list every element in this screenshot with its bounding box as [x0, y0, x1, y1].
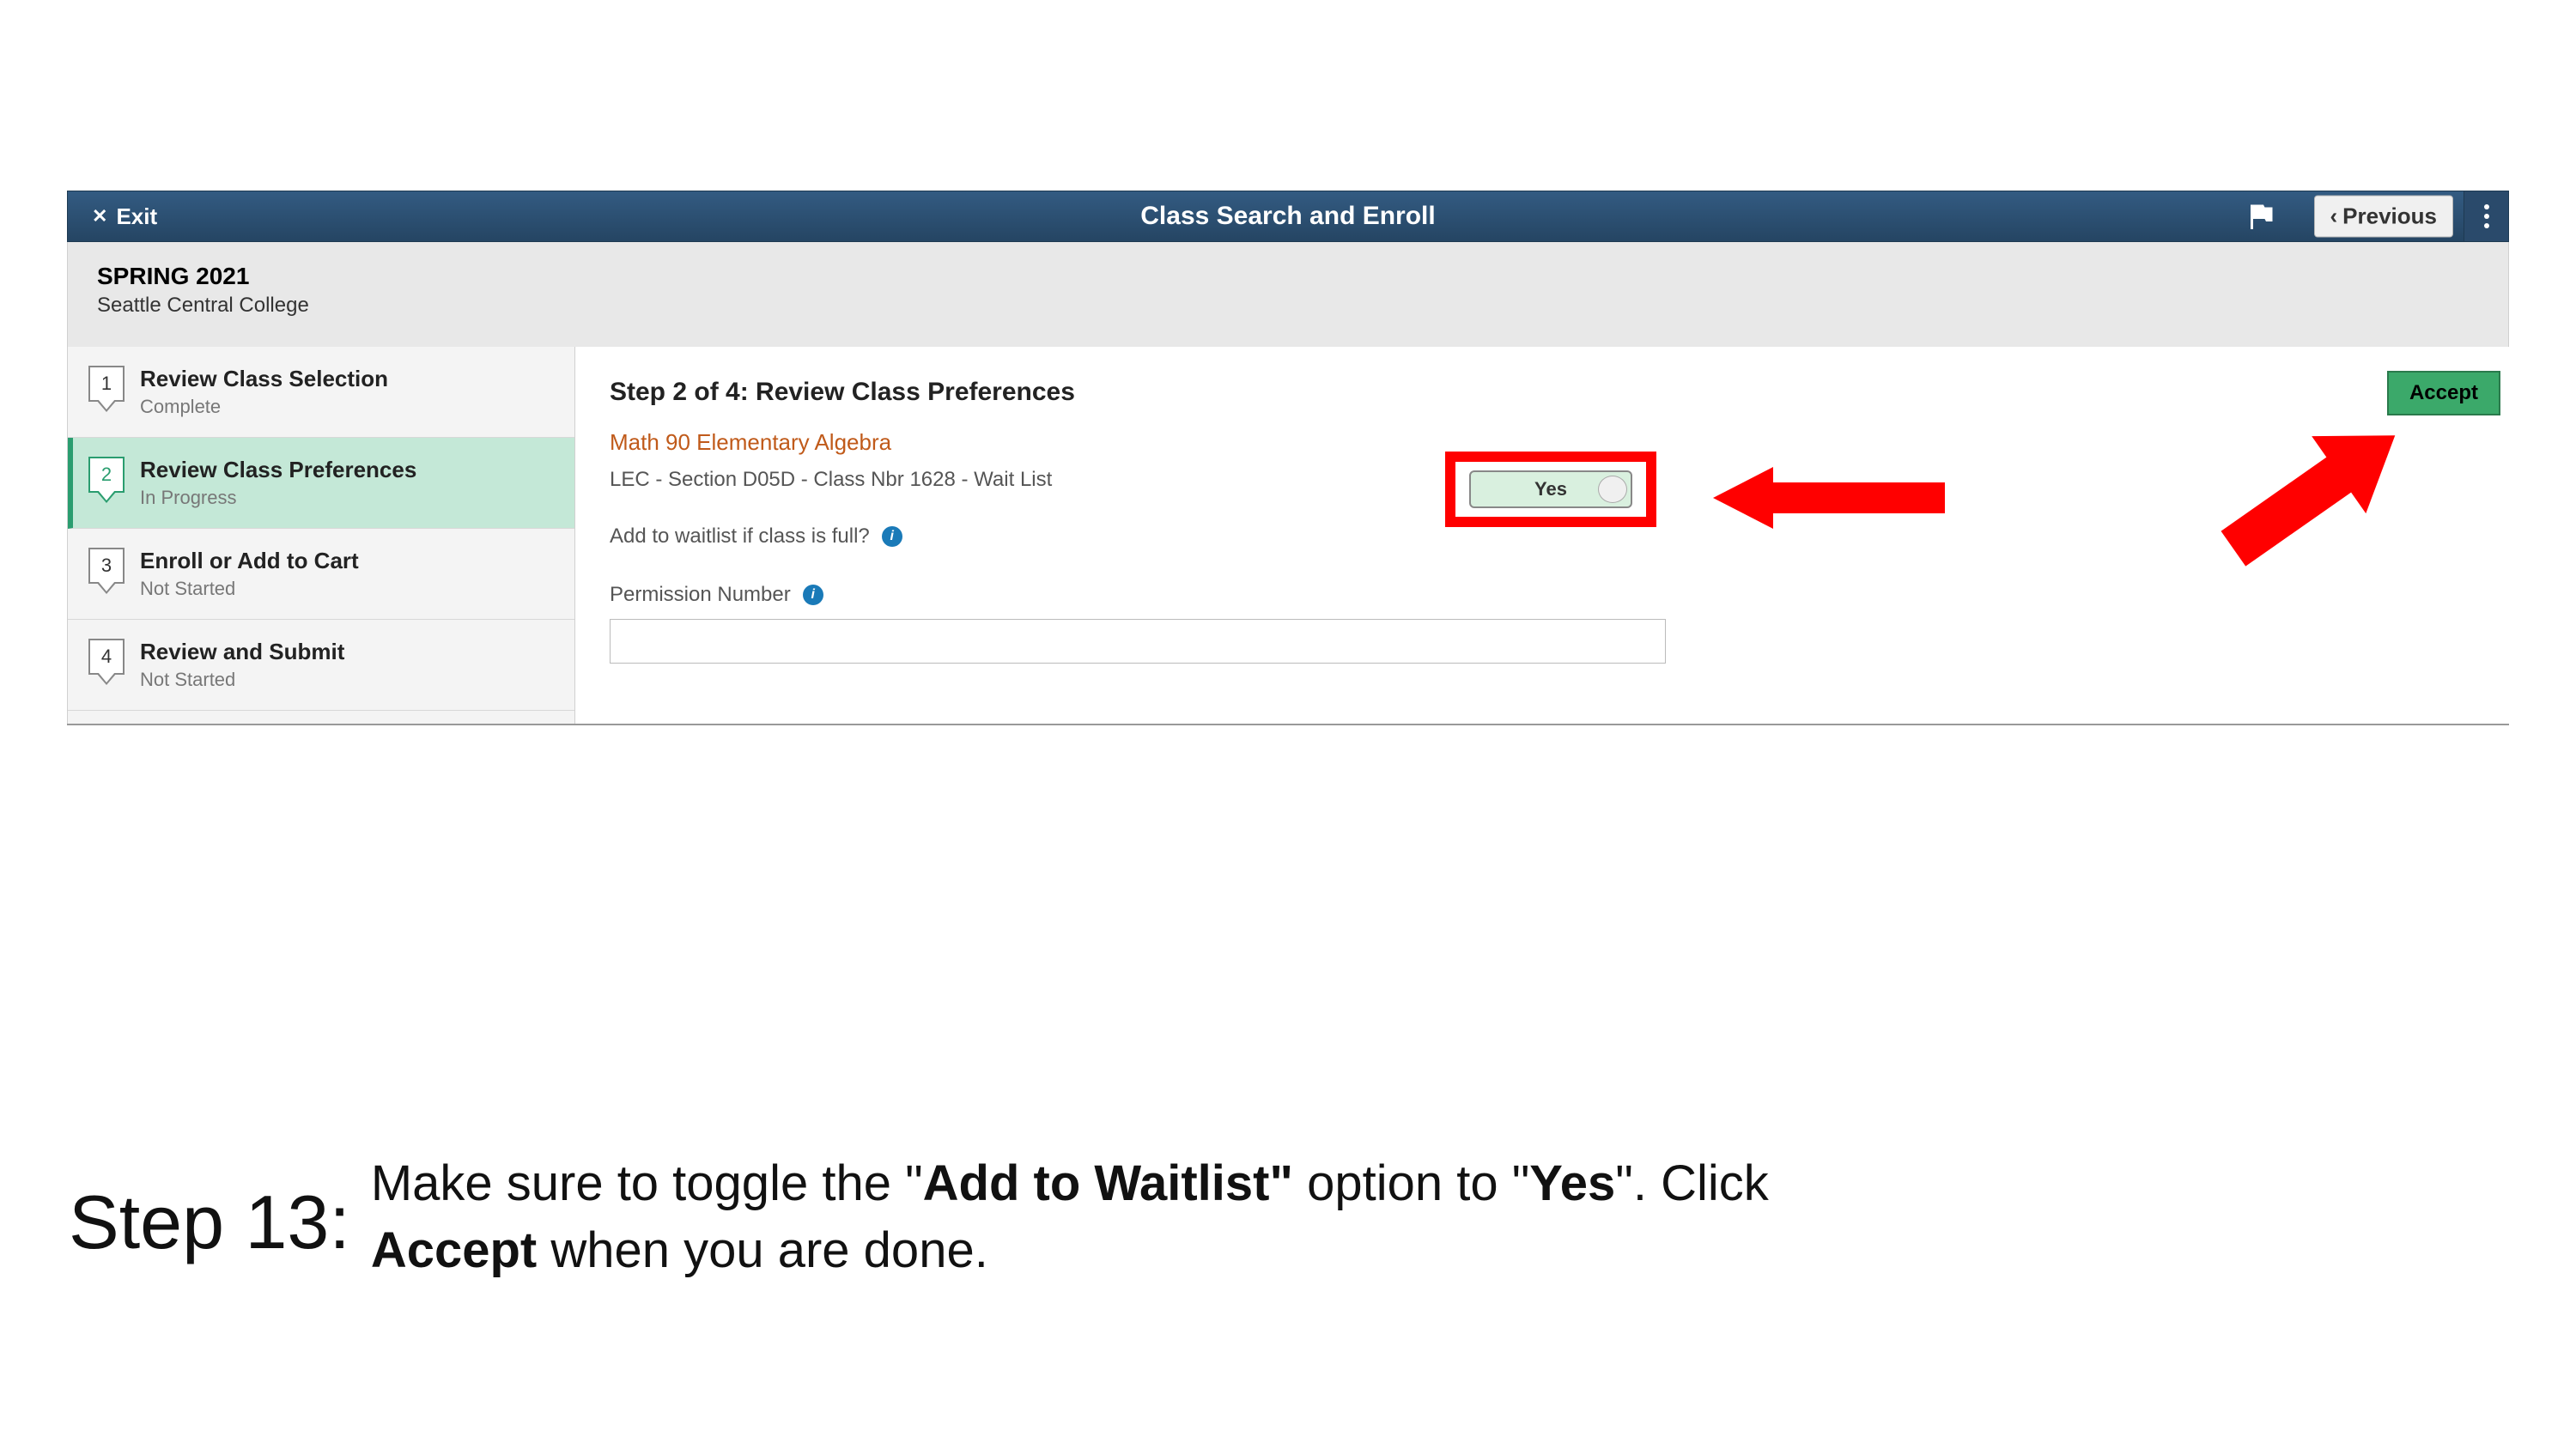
toggle-value: Yes	[1534, 478, 1567, 500]
more-vertical-icon	[2484, 204, 2489, 228]
step-status: In Progress	[140, 487, 416, 509]
permission-label: Permission Number	[610, 583, 791, 607]
college-label: Seattle Central College	[97, 294, 2479, 318]
text-part: Make sure to toggle the "	[371, 1155, 923, 1211]
accept-button[interactable]: Accept	[2387, 371, 2500, 415]
waitlist-toggle[interactable]: Yes	[1469, 470, 1632, 508]
toggle-knob	[1598, 476, 1627, 503]
step-badge: 3	[88, 548, 125, 584]
waitlist-row: Add to waitlist if class is full? i	[610, 524, 2475, 549]
context-header: SPRING 2021 Seattle Central College	[67, 242, 2509, 347]
text-bold: Add to Waitlist"	[923, 1155, 1293, 1211]
annotation-arrow-left-icon	[1713, 467, 1945, 529]
step-title: Enroll or Add to Cart	[140, 548, 359, 574]
step-status: Not Started	[140, 669, 344, 691]
highlight-box-toggle: Yes	[1445, 452, 1656, 527]
permission-number-input[interactable]	[610, 619, 1666, 664]
exit-button[interactable]: ✕ Exit	[68, 191, 181, 241]
step-badge: 4	[88, 639, 125, 675]
close-icon: ✕	[92, 205, 107, 227]
text-bold: Accept	[371, 1222, 537, 1278]
instruction-block: Step 13: Make sure to toggle the "Add to…	[69, 1150, 2301, 1285]
step-status: Not Started	[140, 578, 359, 600]
step-item-3[interactable]: 3 Enroll or Add to Cart Not Started	[68, 529, 574, 620]
more-menu-button[interactable]	[2464, 191, 2508, 241]
previous-label: Previous	[2342, 203, 2437, 230]
chevron-left-icon: ‹	[2330, 203, 2338, 230]
content-body: 1 Review Class Selection Complete 2 Revi…	[67, 347, 2509, 725]
waitlist-label: Add to waitlist if class is full?	[610, 524, 870, 549]
text-part: ". Click	[1615, 1155, 1768, 1211]
instruction-text: Make sure to toggle the "Add to Waitlist…	[371, 1150, 1769, 1285]
previous-button[interactable]: ‹ Previous	[2314, 196, 2454, 238]
exit-label: Exit	[116, 203, 157, 230]
step-title: Review and Submit	[140, 639, 344, 665]
app-window: ✕ Exit Class Search and Enroll ‹ Previou…	[67, 191, 2509, 725]
step-title: Review Class Preferences	[140, 457, 416, 483]
step-item-1[interactable]: 1 Review Class Selection Complete	[68, 347, 574, 438]
step-title: Review Class Selection	[140, 366, 388, 392]
info-icon[interactable]: i	[882, 526, 902, 547]
annotation-arrow-diagonal-icon	[2202, 390, 2433, 602]
step-badge: 2	[88, 457, 125, 493]
header-bar: ✕ Exit Class Search and Enroll ‹ Previou…	[67, 191, 2509, 242]
step-item-4[interactable]: 4 Review and Submit Not Started	[68, 620, 574, 711]
main-panel: Step 2 of 4: Review Class Preferences Ma…	[575, 347, 2509, 724]
step-item-2[interactable]: 2 Review Class Preferences In Progress	[68, 438, 574, 529]
instruction-step-label: Step 13:	[69, 1150, 350, 1264]
step-status: Complete	[140, 396, 388, 418]
term-label: SPRING 2021	[97, 263, 2479, 290]
page-title: Class Search and Enroll	[1140, 202, 1435, 231]
step-badge: 1	[88, 366, 125, 402]
info-icon[interactable]: i	[803, 585, 823, 605]
text-bold: Yes	[1529, 1155, 1615, 1211]
flag-icon[interactable]	[2245, 201, 2276, 232]
steps-sidebar: 1 Review Class Selection Complete 2 Revi…	[67, 347, 575, 724]
text-part: when you are done.	[537, 1222, 988, 1278]
text-part: option to "	[1293, 1155, 1529, 1211]
step-texts: Enroll or Add to Cart Not Started	[140, 548, 359, 600]
permission-row: Permission Number i	[610, 583, 2475, 607]
step-texts: Review Class Selection Complete	[140, 366, 388, 418]
step-texts: Review Class Preferences In Progress	[140, 457, 416, 509]
step-texts: Review and Submit Not Started	[140, 639, 344, 691]
main-heading: Step 2 of 4: Review Class Preferences	[610, 378, 2475, 407]
